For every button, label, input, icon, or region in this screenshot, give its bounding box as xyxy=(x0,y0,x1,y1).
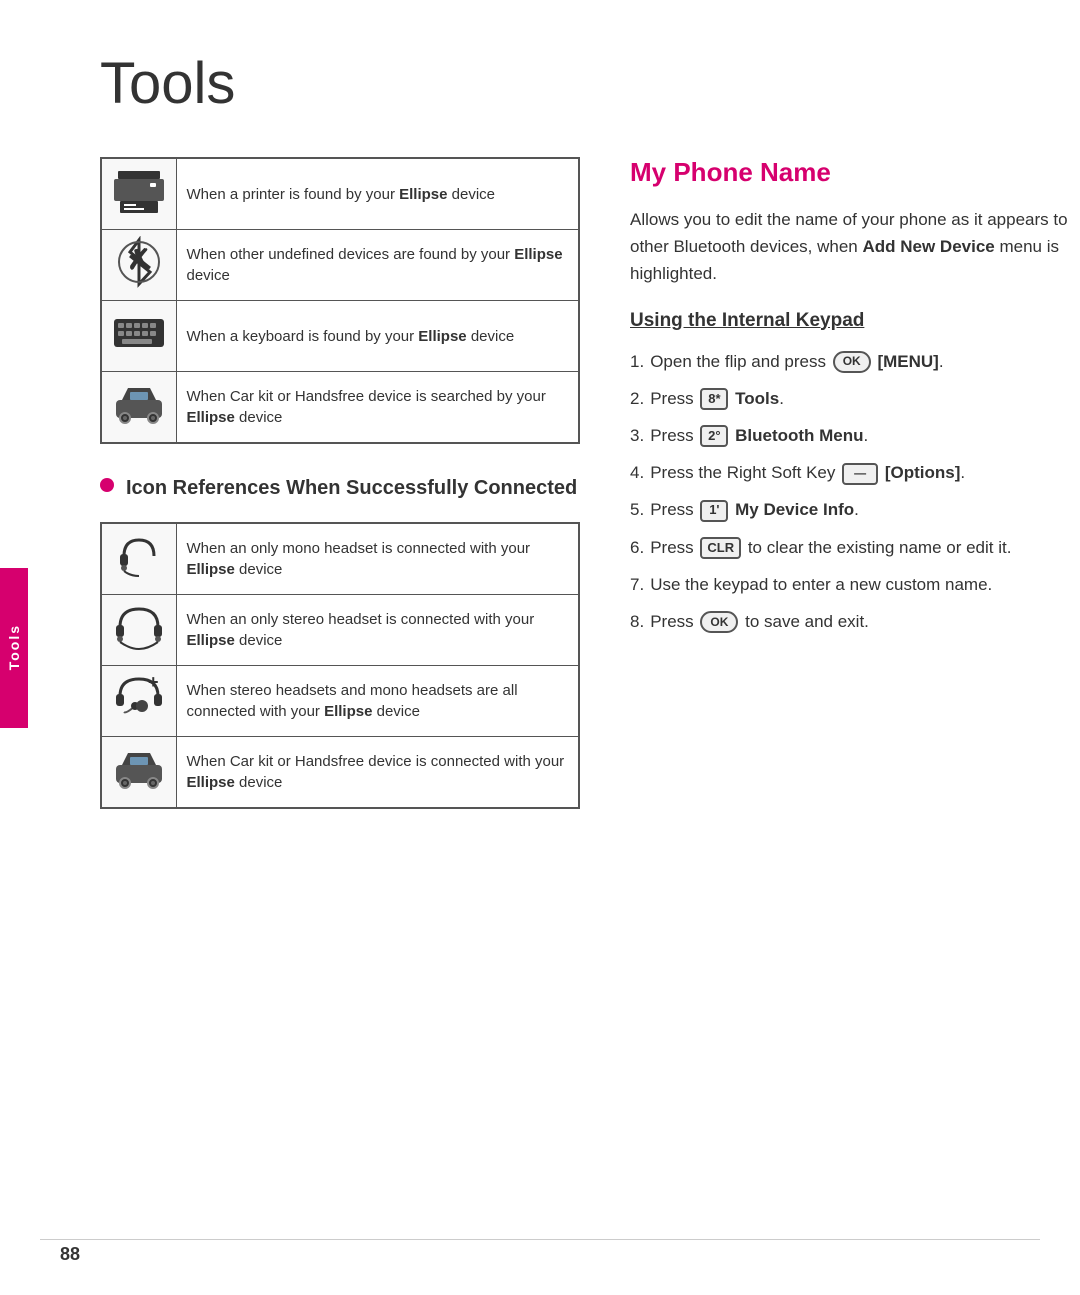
icon-cell: + xyxy=(101,666,176,737)
table-row: + When stereo headsets and mono headsets… xyxy=(101,666,579,737)
right-column: My Phone Name Allows you to edit the nam… xyxy=(630,157,1070,839)
stereo-headset-icon xyxy=(110,601,168,653)
subsection-heading: Using the Internal Keypad xyxy=(630,310,1070,332)
bullet-section: Icon References When Successfully Connec… xyxy=(100,474,580,502)
table-cell-text: When Car kit or Handsfree device is sear… xyxy=(176,372,579,444)
table-cell-text: When stereo headsets and mono headsets a… xyxy=(176,666,579,737)
printer-icon xyxy=(110,165,168,217)
icon-cell xyxy=(101,158,176,230)
step-2: 2. Press 8* Tools. xyxy=(630,385,1070,412)
sidebar-tab: Tools xyxy=(0,568,28,728)
icon-cell xyxy=(101,301,176,372)
table-row: When Car kit or Handsfree device is sear… xyxy=(101,372,579,444)
page-number: 88 xyxy=(60,1244,80,1265)
section-heading: My Phone Name xyxy=(630,157,1070,188)
step-8: 8. Press OK to save and exit. xyxy=(630,608,1070,635)
svg-text:✗: ✗ xyxy=(127,244,150,275)
table-row: When an only stereo headset is connected… xyxy=(101,595,579,666)
2-key: 2° xyxy=(700,425,728,447)
bullet-dot xyxy=(100,478,114,492)
left-column: When a printer is found by your Ellipse … xyxy=(100,157,580,839)
table-cell-text: When an only stereo headset is connected… xyxy=(176,595,579,666)
table-cell-text: When other undefined devices are found b… xyxy=(176,230,579,301)
connected-icons-table: When an only mono headset is connected w… xyxy=(100,522,580,809)
table-row: When Car kit or Handsfree device is conn… xyxy=(101,737,579,809)
icon-cell xyxy=(101,523,176,595)
icon-cell xyxy=(101,595,176,666)
steps-list: 1. Open the flip and press OK [MENU]. 2.… xyxy=(630,348,1070,636)
intro-paragraph: Allows you to edit the name of your phon… xyxy=(630,206,1070,288)
right-soft-key: — xyxy=(842,463,878,485)
step-6: 6. Press CLR to clear the existing name … xyxy=(630,534,1070,561)
table-row: When a printer is found by your Ellipse … xyxy=(101,158,579,230)
clr-key: CLR xyxy=(700,537,741,559)
step-3: 3. Press 2° Bluetooth Menu. xyxy=(630,422,1070,449)
mono-headset-icon xyxy=(110,530,168,582)
page-divider xyxy=(40,1239,1040,1240)
device-search-table: When a printer is found by your Ellipse … xyxy=(100,157,580,444)
table-row: When a keyboard is found by your Ellipse… xyxy=(101,301,579,372)
bluetooth-icon: ✗ xyxy=(110,236,168,288)
bullet-section-title: Icon References When Successfully Connec… xyxy=(126,474,577,502)
keyboard-icon xyxy=(110,307,168,359)
ok-key-2: OK xyxy=(700,611,738,633)
1-key: 1' xyxy=(700,500,728,522)
table-cell-text: When a printer is found by your Ellipse … xyxy=(176,158,579,230)
table-row: ✗ When other undefined devices are found… xyxy=(101,230,579,301)
table-row: When an only mono headset is connected w… xyxy=(101,523,579,595)
carkit-connected-icon xyxy=(110,743,168,795)
step-1: 1. Open the flip and press OK [MENU]. xyxy=(630,348,1070,375)
both-headsets-icon: + xyxy=(110,672,168,724)
carkit-icon xyxy=(110,378,168,430)
page-title: Tools xyxy=(100,50,1070,117)
two-column-layout: When a printer is found by your Ellipse … xyxy=(100,157,1070,839)
table-cell-text: When an only mono headset is connected w… xyxy=(176,523,579,595)
table-cell-text: When Car kit or Handsfree device is conn… xyxy=(176,737,579,809)
sidebar-tab-label: Tools xyxy=(6,624,22,670)
ok-key-1: OK xyxy=(833,351,871,373)
step-5: 5. Press 1' My Device Info. xyxy=(630,496,1070,523)
main-content: Tools xyxy=(40,0,1080,889)
svg-text:+: + xyxy=(148,672,159,692)
icon-cell xyxy=(101,372,176,444)
icon-cell xyxy=(101,737,176,809)
step-4: 4. Press the Right Soft Key — [Options]. xyxy=(630,459,1070,486)
icon-cell: ✗ xyxy=(101,230,176,301)
8-key: 8* xyxy=(700,388,728,410)
table-cell-text: When a keyboard is found by your Ellipse… xyxy=(176,301,579,372)
step-7: 7. Use the keypad to enter a new custom … xyxy=(630,571,1070,598)
